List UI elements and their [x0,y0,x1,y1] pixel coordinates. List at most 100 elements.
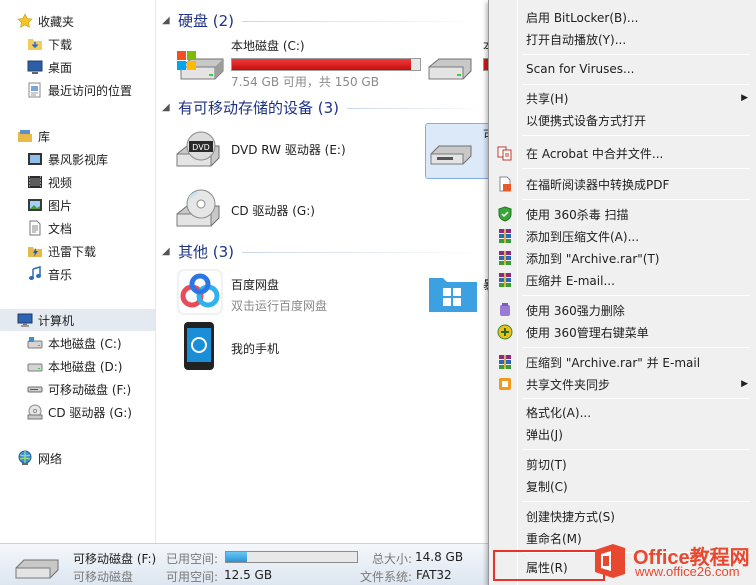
menu-item-label: 共享文件夹同步 [526,377,611,392]
drive-tile-d[interactable]: 本 [427,37,488,85]
menu-item-share-folder-sync[interactable]: 共享文件夹同步 ▶ [492,373,754,395]
collapse-chevron-icon[interactable]: ◢ [162,15,176,26]
library-icon [18,130,32,142]
group-title: 硬盘 (2) [178,11,235,30]
document-icon [29,220,41,236]
menu-item-label: 添加到压缩文件(A)... [526,229,640,244]
menu-item-eject[interactable]: 弹出(J) [492,423,754,445]
menu-item-compress-email[interactable]: 压缩并 E-mail... [492,269,754,291]
winrar-icon [499,355,511,369]
thunder-download-icon [28,247,42,257]
menu-item-label: 压缩到 "Archive.rar" 并 E-mail [526,355,701,370]
network-icon [18,450,32,465]
menu-item-copy[interactable]: 复制(C) [492,475,754,497]
nav-computer[interactable]: 计算机 [0,309,155,331]
nav-item-drive-f[interactable]: 可移动磁盘 (F:) [0,378,155,400]
nav-item-label: 桌面 [48,60,73,75]
menu-item-scan-viruses[interactable]: Scan for Viruses... [492,58,754,80]
content-pane: ◢ 硬盘 (2) 本地磁盘 (C:) 7.54 GB 可用，共 150 GB 本 [157,0,488,543]
removable-drive-icon [15,559,59,579]
nav-favorites[interactable]: 收藏夹 [0,10,155,32]
tile-name: 我的手机 [231,342,280,356]
menu-item-360-menu-manager[interactable]: 使用 360管理右键菜单 [492,321,754,343]
menu-separator [522,398,750,399]
group-divider [242,20,488,22]
menu-item-foxit-convert[interactable]: 在福昕阅读器中转换成PDF [492,173,754,195]
nav-network-label: 网络 [38,451,63,466]
watermark: Office教程网 www.office26.com [591,540,751,582]
drive-name: DVD RW 驱动器 (E:) [231,143,346,157]
menu-item-label: 创建快捷方式(S) [526,509,615,524]
menu-item-label: 共享(H) [526,91,569,106]
nav-item-label: 暴风影视库 [48,152,109,167]
nav-libraries[interactable]: 库 [0,125,155,147]
collapse-chevron-icon[interactable]: ◢ [162,246,176,257]
menu-item-autoplay[interactable]: 打开自动播放(Y)... [492,28,754,50]
tile-other-partial[interactable]: 暴 [427,268,488,316]
tile-my-phone[interactable]: 我的手机 [175,322,279,370]
nav-item-thunder[interactable]: 迅雷下载 [0,240,155,262]
menu-item-add-archive[interactable]: 添加到压缩文件(A)... [492,225,754,247]
drive-tile-cd[interactable]: CD 驱动器 (G:) [175,186,315,234]
group-divider [242,251,488,253]
nav-item-drive-g[interactable]: CD 驱动器 (G:) [0,401,155,423]
menu-item-portable-device[interactable]: 以便携式设备方式打开 [492,109,754,131]
360-delete-icon [500,303,510,316]
nav-item-videos[interactable]: 视频 [0,171,155,193]
status-used-label: 已用空间: [166,552,219,566]
menu-item-format[interactable]: 格式化(A)... [492,401,754,423]
nav-item-downloads[interactable]: 下载 [0,33,155,55]
drive-name: CD 驱动器 (G:) [231,204,315,218]
nav-network[interactable]: 网络 [0,447,155,469]
menu-item-create-shortcut[interactable]: 创建快捷方式(S) [492,505,754,527]
drive-free-space: 7.54 GB 可用，共 150 GB [231,75,379,89]
nav-item-baofeng[interactable]: 暴风影视库 [0,148,155,170]
tile-subtitle: 双击运行百度网盘 [231,299,328,313]
winrar-icon [499,273,511,287]
removable-drive-icon [430,145,472,165]
menu-item-label: 在福昕阅读器中转换成PDF [526,177,670,192]
collapse-chevron-icon[interactable]: ◢ [162,102,176,113]
tile-baidu-netdisk[interactable]: 百度网盘 双击运行百度网盘 [175,268,327,316]
group-header-removable[interactable]: ◢ 有可移动存储的设备 (3) [157,96,488,118]
menu-separator [522,84,750,85]
drive-icon [27,337,43,349]
nav-item-label: 迅雷下载 [48,244,97,259]
winrar-icon [499,251,511,265]
music-icon [29,266,41,280]
menu-item-360-force-delete[interactable]: 使用 360强力删除 [492,299,754,321]
properties-highlight-frame [493,550,605,581]
menu-item-360-scan[interactable]: 使用 360杀毒 扫描 [492,203,754,225]
nav-item-music[interactable]: 音乐 [0,263,155,285]
nav-item-drive-d[interactable]: 本地磁盘 (D:) [0,355,155,377]
nav-item-documents[interactable]: 文档 [0,217,155,239]
storage-usage-fill [226,552,247,562]
drive-tile-dvd[interactable]: DVD DVD RW 驱动器 (E:) [175,126,346,174]
group-header-hard-disks[interactable]: ◢ 硬盘 (2) [157,9,488,31]
drive-tile-c[interactable]: 本地磁盘 (C:) 7.54 GB 可用，共 150 GB [175,37,421,90]
menu-item-bitlocker[interactable]: 启用 BitLocker(B)... [492,6,754,28]
nav-item-recent[interactable]: 最近访问的位置 [0,79,155,101]
menu-item-label: 启用 BitLocker(B)... [526,10,639,25]
nav-item-label: 本地磁盘 (D:) [48,359,123,374]
menu-item-label: 使用 360管理右键菜单 [526,325,649,340]
context-menu: 启用 BitLocker(B)... 打开自动播放(Y)... Scan for… [488,0,756,585]
nav-item-label: 下载 [48,37,73,52]
navigation-pane: 收藏夹 下载 桌面 最近访问的位置 库 暴风影视库 视频 图片 文档 迅雷下载 … [0,0,156,543]
menu-item-cut[interactable]: 剪切(T) [492,453,754,475]
nav-item-desktop[interactable]: 桌面 [0,56,155,78]
nav-item-pictures[interactable]: 图片 [0,194,155,216]
folder-app-icon [429,278,477,312]
menu-item-acrobat-combine[interactable]: 在 Acrobat 中合并文件... [492,142,754,164]
group-header-other[interactable]: ◢ 其他 (3) [157,240,488,262]
group-title: 有可移动存储的设备 (3) [178,98,340,117]
menu-item-compress-rar-email[interactable]: 压缩到 "Archive.rar" 并 E-mail [492,351,754,373]
baidu-netdisk-icon [177,269,223,315]
menu-item-share[interactable]: 共享(H) ▶ [492,87,754,109]
nav-favorites-label: 收藏夹 [38,14,75,29]
drive-tile-removable[interactable]: 可 [427,126,488,174]
winrar-icon [499,229,511,243]
menu-item-add-archive-rar[interactable]: 添加到 "Archive.rar"(T) [492,247,754,269]
status-total-value: 14.8 GB [415,550,464,564]
nav-item-drive-c[interactable]: 本地磁盘 (C:) [0,332,155,354]
